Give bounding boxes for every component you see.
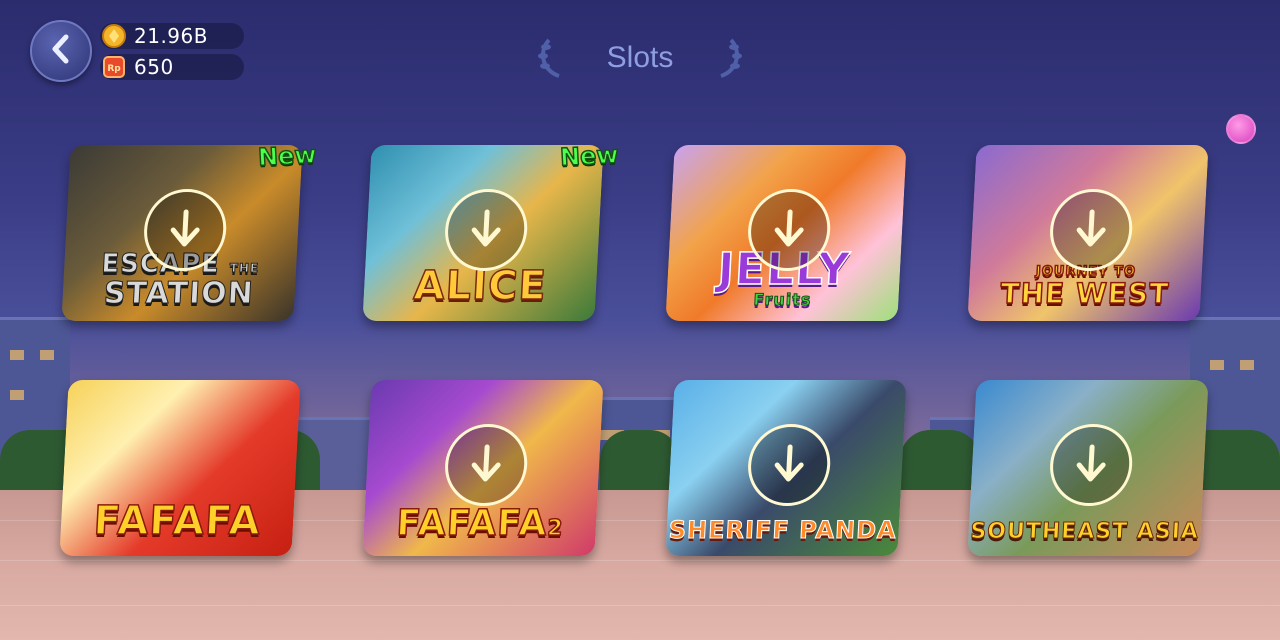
rp-ticket-icon: Rp — [102, 55, 126, 79]
ticket-balance: Rp 650 — [100, 54, 244, 80]
game-card-alice[interactable]: ALICE — [362, 145, 604, 321]
game-logo: FAFAFA2 — [395, 502, 565, 545]
game-card-fafafa[interactable]: FAFAFA — [59, 380, 301, 556]
game-card-jelly-fruits[interactable]: JELLY Fruits — [665, 145, 907, 321]
game-card-fafafa-2[interactable]: FAFAFA2 — [362, 380, 604, 556]
svg-text:Rp: Rp — [107, 64, 121, 74]
game-logo: SHERIFF PANDA — [668, 516, 898, 545]
ticket-amount: 650 — [134, 55, 174, 79]
game-card-escape-the-station[interactable]: ESCAPE THE STATION — [61, 145, 303, 321]
chevron-left-icon — [49, 34, 73, 68]
game-card-southeast-asia[interactable]: SOUTHEAST ASIA — [967, 380, 1209, 556]
game-logo: SOUTHEAST ASIA — [969, 519, 1200, 545]
game-card-sheriff-panda[interactable]: SHERIFF PANDA — [665, 380, 907, 556]
game-logo: FAFAFA — [92, 497, 263, 545]
gold-amount: 21.96B — [134, 24, 208, 48]
back-button[interactable] — [30, 20, 92, 82]
laurel-left-icon — [535, 36, 565, 84]
new-badge: New — [559, 140, 620, 173]
laurel-right-icon — [715, 36, 745, 84]
gold-coin-icon — [102, 24, 126, 48]
gold-balance: 21.96B — [100, 23, 244, 49]
page-title: Slots — [606, 41, 674, 74]
heart-gem-icon[interactable] — [1226, 114, 1256, 144]
new-badge: New — [257, 140, 318, 173]
game-card-journey-to-the-west[interactable]: JOURNEY TO THE WEST — [967, 145, 1209, 321]
page-header: Slots — [535, 36, 745, 80]
